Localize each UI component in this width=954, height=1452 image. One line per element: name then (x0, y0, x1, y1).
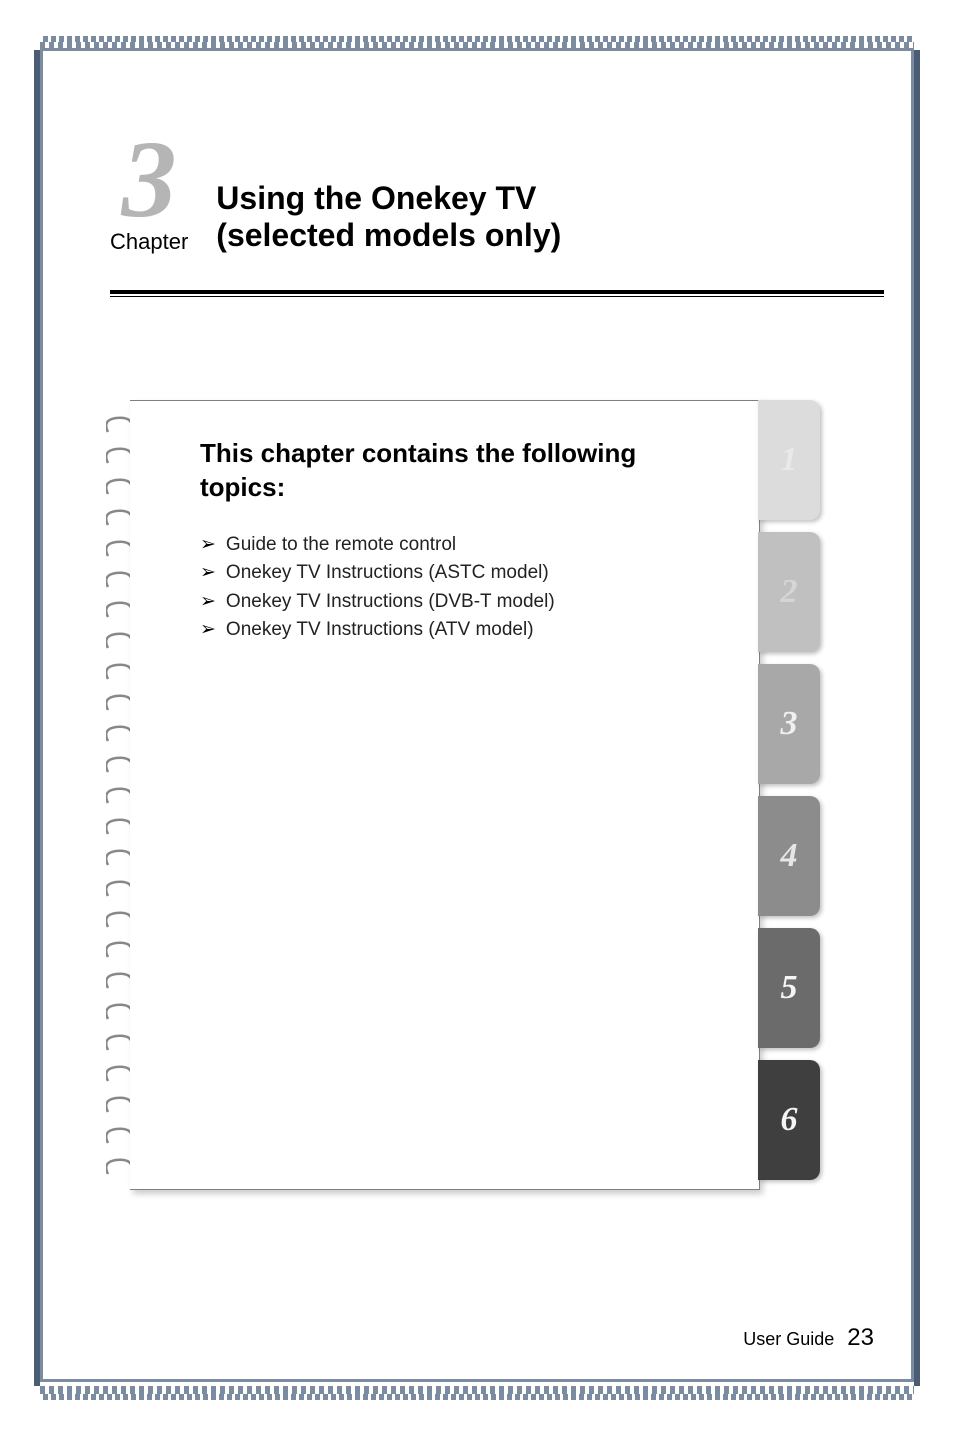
topic-item: Onekey TV Instructions (ASTC model) (200, 559, 719, 588)
footer-label: User Guide (743, 1329, 834, 1349)
section-tab-1: 1 (758, 400, 820, 520)
decorative-bottom-border (40, 1386, 914, 1394)
topic-item: Onekey TV Instructions (ATV model) (200, 616, 719, 645)
chapter-title-line1: Using the Onekey TV (216, 180, 561, 217)
page-footer: User Guide 23 (743, 1324, 874, 1352)
section-tab-5: 5 (758, 928, 820, 1048)
chapter-header: 3 Chapter Using the Onekey TV (selected … (110, 130, 561, 255)
section-tab-2: 2 (758, 532, 820, 652)
topic-item: Onekey TV Instructions (DVB-T model) (200, 588, 719, 617)
chapter-title-area: Using the Onekey TV (selected models onl… (216, 130, 561, 254)
topics-list: Guide to the remote control Onekey TV In… (200, 531, 719, 645)
section-tab-6: 6 (758, 1060, 820, 1180)
chapter-number-box: 3 Chapter (110, 130, 188, 255)
chapter-title-line2: (selected models only) (216, 217, 561, 254)
topics-panel: This chapter contains the following topi… (130, 400, 760, 1190)
section-tab-4: 4 (758, 796, 820, 916)
page-number: 23 (847, 1324, 874, 1351)
right-accent-bar (914, 50, 920, 1386)
chapter-number: 3 (110, 130, 188, 229)
section-tabs: 1 2 3 4 5 6 (758, 400, 820, 1192)
chapter-label: Chapter (110, 229, 188, 255)
section-tab-3: 3 (758, 664, 820, 784)
title-underline (110, 290, 884, 297)
topics-heading: This chapter contains the following topi… (200, 437, 719, 505)
topic-item: Guide to the remote control (200, 531, 719, 560)
